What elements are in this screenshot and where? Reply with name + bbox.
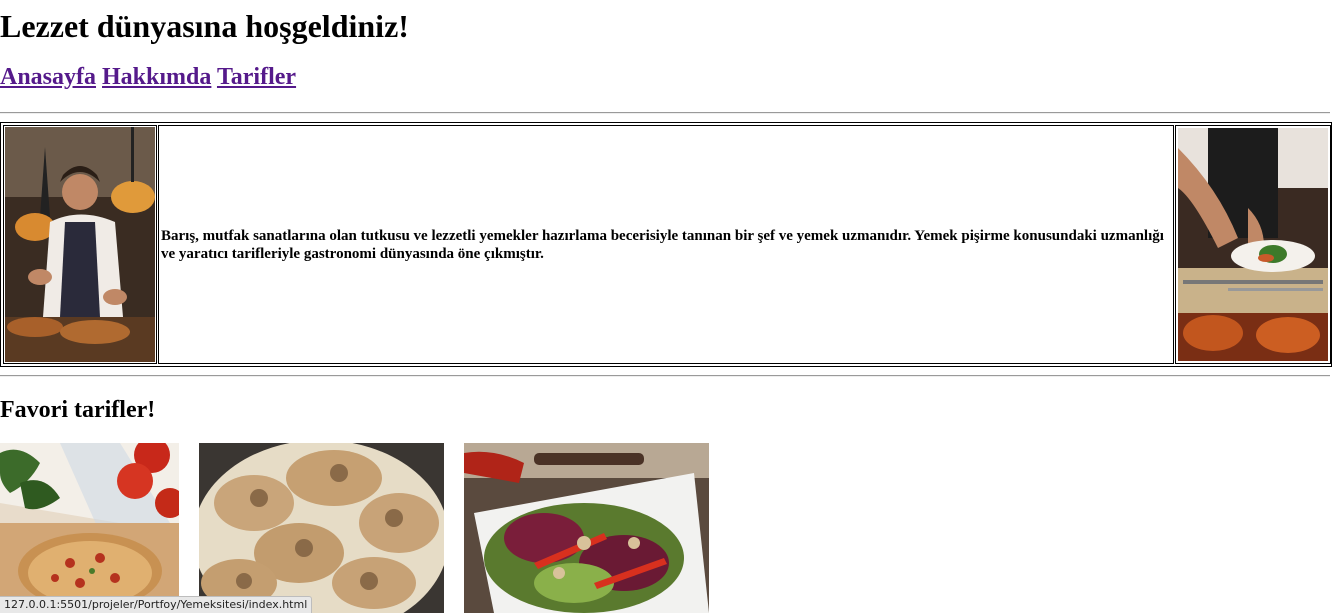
nav-link-about[interactable]: Hakkımda — [102, 64, 211, 90]
chef-bio-table: Barış, mutfak sanatlarına olan tutkusu v… — [0, 122, 1332, 367]
nav-link-home[interactable]: Anasayfa — [0, 64, 96, 90]
chef-cooking-photo — [5, 127, 155, 362]
pizza-photo[interactable] — [0, 443, 179, 613]
divider-bottom — [0, 375, 1330, 377]
plating-photo-cell — [1175, 125, 1331, 364]
mushroom-chicken-photo[interactable] — [199, 443, 444, 613]
nav-link-recipes[interactable]: Tarifler — [217, 64, 296, 90]
main-nav: Anasayfa Hakkımda Tarifler — [0, 62, 296, 92]
browser-status-url: 127.0.0.1:5501/projeler/Portfoy/Yemeksit… — [0, 596, 313, 613]
salad-photo[interactable] — [464, 443, 709, 613]
page-title: Lezzet dünyasına hoşgeldiniz! — [0, 8, 409, 44]
favorites-heading: Favori tarifler! — [0, 397, 156, 423]
chef-bio-cell: Barış, mutfak sanatlarına olan tutkusu v… — [158, 125, 1174, 364]
chef-bio-text: Barış, mutfak sanatlarına olan tutkusu v… — [161, 228, 1164, 262]
chef-photo-cell — [3, 125, 157, 364]
divider-top — [0, 112, 1330, 114]
chef-plating-photo — [1178, 128, 1328, 361]
